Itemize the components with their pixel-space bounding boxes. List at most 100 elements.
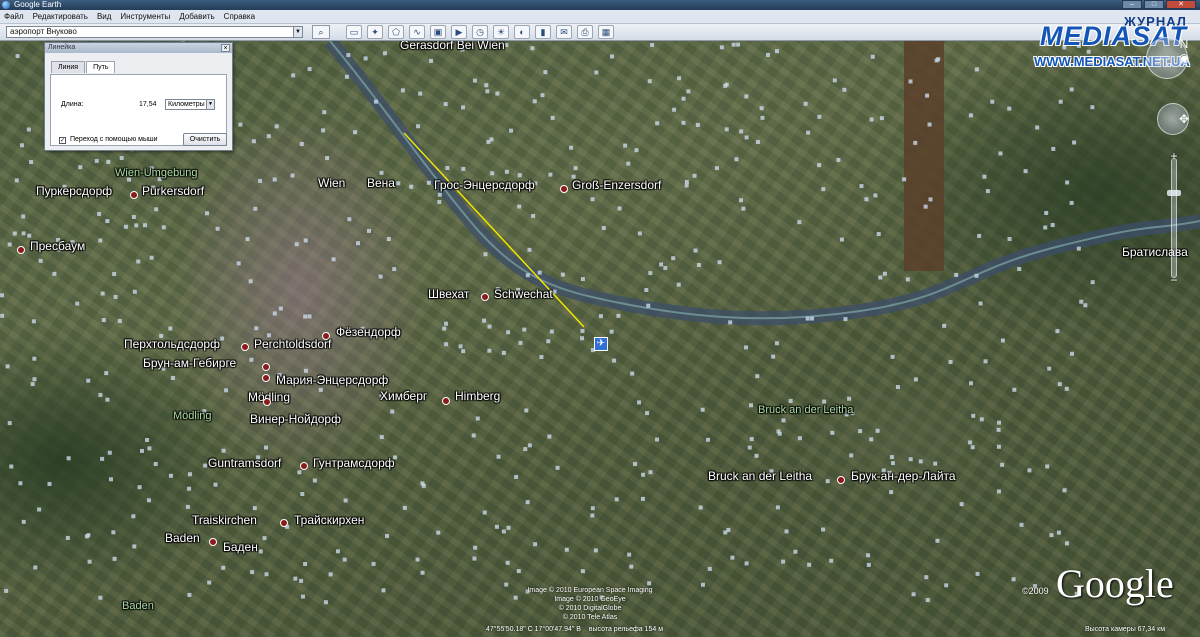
maximize-button[interactable]: □ xyxy=(1144,0,1164,9)
place-label[interactable]: Groß-Enzersdorf xyxy=(572,178,661,192)
place-label[interactable]: Фёзендорф xyxy=(336,325,401,339)
place-label[interactable]: Baden xyxy=(165,531,200,545)
zoom-slider-thumb[interactable] xyxy=(1167,190,1181,196)
map-marker xyxy=(681,96,686,101)
place-label[interactable]: Швехат xyxy=(428,287,469,301)
search-button[interactable]: ⌕ xyxy=(312,25,330,39)
map-marker xyxy=(908,457,913,462)
map-marker xyxy=(971,413,976,418)
menu-help[interactable]: Справка xyxy=(224,12,255,21)
planets-icon[interactable]: ◐ xyxy=(514,25,530,39)
region-label[interactable]: Wien-Umgebung xyxy=(115,167,198,179)
place-label[interactable]: Брун-ам-Гебирге xyxy=(143,356,236,370)
place-dot[interactable] xyxy=(280,519,288,527)
place-dot[interactable] xyxy=(481,293,489,301)
place-dot[interactable] xyxy=(442,397,450,405)
place-dot[interactable] xyxy=(262,363,270,371)
map-marker xyxy=(714,166,719,171)
region-label[interactable]: Mödling xyxy=(173,410,212,422)
menu-add[interactable]: Добавить xyxy=(179,12,214,21)
place-label[interactable]: Guntramsdorf xyxy=(208,456,281,470)
mouse-nav-checkbox[interactable]: ✓ xyxy=(59,137,66,144)
move-joystick[interactable]: ✥ xyxy=(1157,103,1189,135)
chevron-down-icon[interactable]: ▼ xyxy=(206,100,214,109)
menu-tools[interactable]: Инструменты xyxy=(120,12,170,21)
place-label[interactable]: Пуркерсдорф xyxy=(36,184,112,198)
menu-file[interactable]: Файл xyxy=(4,12,24,21)
place-label[interactable]: Грос-Энцерсдорф xyxy=(434,178,535,192)
map-marker xyxy=(490,171,495,176)
place-label[interactable]: Perchtoldsdorf xyxy=(254,337,331,351)
place-dot[interactable] xyxy=(241,343,249,351)
path-icon[interactable]: ∿ xyxy=(409,25,425,39)
place-label[interactable]: Гунтрамсдорф xyxy=(313,456,395,470)
place-label[interactable]: Баден xyxy=(223,540,258,554)
tab-line[interactable]: Линия xyxy=(51,61,86,73)
placemark-icon[interactable]: ✦ xyxy=(367,25,383,39)
place-label[interactable]: Himberg xyxy=(455,389,500,403)
place-dot[interactable] xyxy=(300,462,308,470)
place-dot[interactable] xyxy=(837,476,845,484)
airport-icon[interactable]: ✈ xyxy=(594,337,608,351)
place-dot[interactable] xyxy=(209,538,217,546)
place-label[interactable]: Брук-ан-дер-Лайта xyxy=(851,469,956,483)
place-label[interactable]: Перхтольдсдорф xyxy=(124,337,220,351)
map-marker xyxy=(123,224,128,229)
maps-icon[interactable]: ▦ xyxy=(598,25,614,39)
history-icon[interactable]: ◷ xyxy=(472,25,488,39)
search-input[interactable]: аэропорт Внуково ▼ xyxy=(6,26,303,38)
place-dot[interactable] xyxy=(17,246,25,254)
zoom-slider[interactable] xyxy=(1171,158,1177,278)
map-marker xyxy=(1000,462,1005,467)
map-marker xyxy=(548,172,553,177)
place-label[interactable]: Братислава xyxy=(1122,245,1188,259)
unit-select[interactable]: Километры ▼ xyxy=(165,99,215,110)
window-title-bar[interactable]: Google Earth – □ ✕ xyxy=(0,0,1200,10)
place-dot[interactable] xyxy=(262,374,270,382)
minimize-button[interactable]: – xyxy=(1122,0,1142,9)
place-dot[interactable] xyxy=(263,398,271,406)
place-dot[interactable] xyxy=(130,191,138,199)
place-label[interactable]: Пресбаум xyxy=(30,239,85,253)
map-marker xyxy=(245,237,250,242)
ruler-icon[interactable]: ▮ xyxy=(535,25,551,39)
menu-view[interactable]: Вид xyxy=(97,12,111,21)
look-joystick[interactable]: N ◉ xyxy=(1146,37,1189,79)
map-marker xyxy=(475,416,480,421)
place-label[interactable]: Винер-Нойдорф xyxy=(250,412,341,426)
place-label[interactable]: Химберг xyxy=(380,389,427,403)
tour-icon[interactable]: ▶ xyxy=(451,25,467,39)
print-icon[interactable]: ⎙ xyxy=(577,25,593,39)
close-button[interactable]: ✕ xyxy=(1166,0,1196,9)
ruler-dialog-title[interactable]: Линейка xyxy=(45,43,232,53)
zoom-in-button[interactable]: + xyxy=(1167,150,1181,164)
polygon-icon[interactable]: ⬠ xyxy=(388,25,404,39)
zoom-out-button[interactable]: − xyxy=(1167,274,1181,288)
map-marker xyxy=(238,122,243,127)
place-label[interactable]: Gerasdorf Bei Wien xyxy=(400,41,505,52)
email-icon[interactable]: ✉ xyxy=(556,25,572,39)
sun-icon[interactable]: ☀ xyxy=(493,25,509,39)
place-label[interactable]: Wien xyxy=(318,176,345,190)
place-label[interactable]: Bruck an der Leitha xyxy=(708,469,812,483)
place-label[interactable]: Вена xyxy=(367,176,395,190)
map-marker xyxy=(32,377,37,382)
menu-edit[interactable]: Редактировать xyxy=(33,12,88,21)
region-label[interactable]: Bruck an der Leitha xyxy=(758,404,853,416)
clear-button[interactable]: Очистить xyxy=(183,133,227,146)
place-dot[interactable] xyxy=(560,185,568,193)
tab-path[interactable]: Путь xyxy=(86,61,116,73)
place-label[interactable]: Traiskirchen xyxy=(192,513,257,527)
ruler-dialog[interactable]: Линейка × Линия Путь Длина: 17,54 Киломе… xyxy=(44,42,233,151)
ruler-close-button[interactable]: × xyxy=(221,44,230,52)
place-label[interactable]: Schwechat xyxy=(494,287,553,301)
map-marker xyxy=(84,534,89,539)
place-label[interactable]: Мария-Энцерсдорф xyxy=(276,373,388,387)
place-label[interactable]: Трайскирхен xyxy=(294,513,364,527)
image-overlay-icon[interactable]: ▣ xyxy=(430,25,446,39)
chevron-down-icon[interactable]: ▼ xyxy=(293,27,302,37)
place-label[interactable]: Purkersdorf xyxy=(142,184,204,198)
sidebar-icon[interactable]: ▭ xyxy=(346,25,362,39)
map-marker xyxy=(31,319,36,324)
region-label[interactable]: Baden xyxy=(122,600,154,612)
